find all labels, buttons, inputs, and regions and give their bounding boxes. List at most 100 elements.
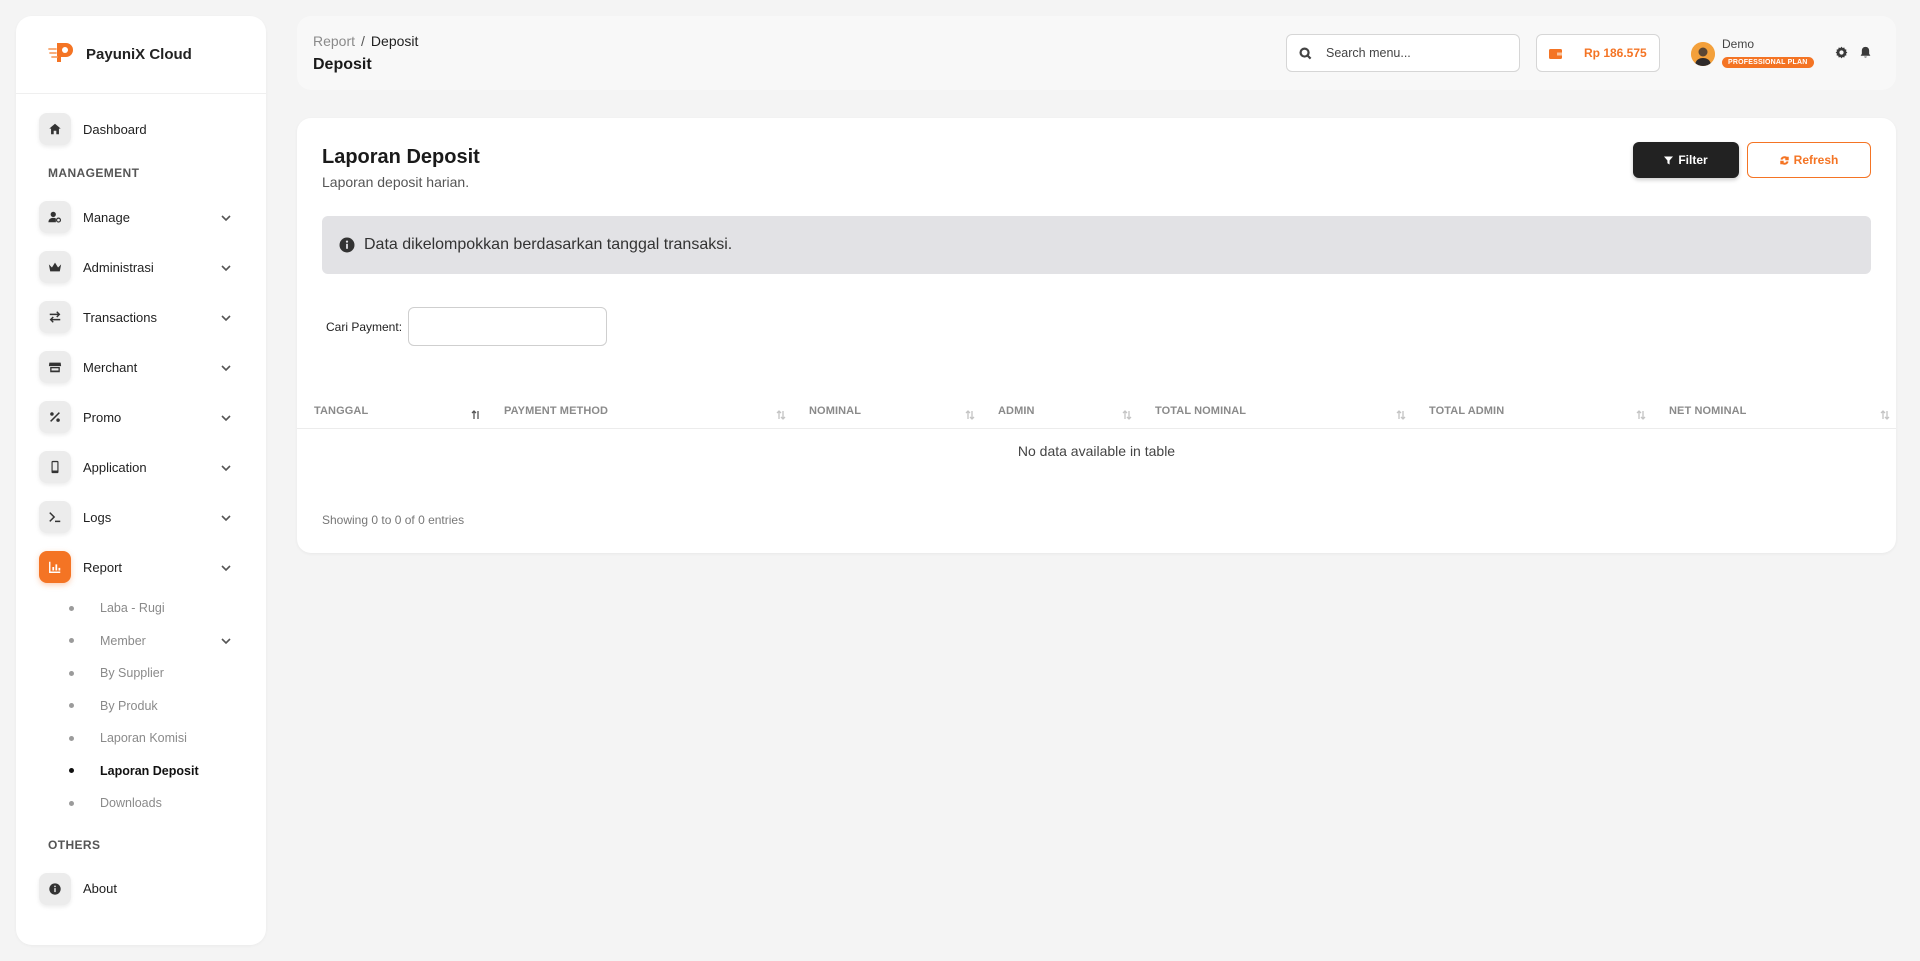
- column-header-total-admin[interactable]: TOTAL ADMIN: [1412, 394, 1652, 429]
- sidebar-item-merchant[interactable]: Merchant: [16, 342, 266, 392]
- submenu-item-label: By Supplier: [100, 666, 164, 681]
- payment-search-input[interactable]: [408, 307, 608, 346]
- submenu-item-downloads[interactable]: Downloads: [62, 787, 266, 820]
- search-input[interactable]: [1326, 46, 1506, 60]
- submenu-item-label: By Produk: [100, 698, 158, 713]
- sidebar-item-label: Dashboard: [83, 121, 147, 137]
- sidebar-item-promo[interactable]: Promo: [16, 392, 266, 442]
- submenu-item-label: Member: [100, 633, 146, 648]
- sort-icon: [776, 410, 786, 420]
- bell-icon[interactable]: [1859, 46, 1872, 59]
- column-header-payment-method[interactable]: PAYMENT METHOD: [487, 394, 792, 429]
- search-box[interactable]: [1286, 34, 1520, 72]
- sidebar-item-manage[interactable]: Manage: [16, 192, 266, 242]
- submenu-item-laporan-komisi[interactable]: Laporan Komisi: [62, 722, 266, 755]
- balance-amount: Rp 186.575: [1584, 46, 1647, 60]
- avatar: [1691, 41, 1715, 66]
- column-header-label: TOTAL ADMIN: [1429, 404, 1505, 417]
- breadcrumb: Report / Deposit: [313, 33, 418, 49]
- report-card: Laporan Deposit Laporan deposit harian. …: [297, 118, 1896, 553]
- refresh-button[interactable]: Refresh: [1747, 142, 1871, 178]
- sidebar-item-label: Administrasi: [83, 259, 154, 275]
- submenu-item-by-supplier[interactable]: By Supplier: [62, 657, 266, 690]
- submenu-item-by-produk[interactable]: By Produk: [62, 690, 266, 723]
- breadcrumb-parent[interactable]: Report: [313, 33, 355, 49]
- table-row: No data available in table: [297, 428, 1896, 473]
- column-header-net-nominal[interactable]: NET NOMINAL: [1652, 394, 1896, 429]
- user-info: Demo PROFESSIONAL PLAN: [1722, 38, 1814, 69]
- sidebar-item-dashboard[interactable]: Dashboard: [16, 104, 266, 154]
- card-subtitle: Laporan deposit harian.: [322, 174, 470, 190]
- sidebar: PayuniX Cloud Dashboard MANAGEMENT Manag…: [16, 16, 266, 945]
- column-header-admin[interactable]: ADMIN: [981, 394, 1138, 429]
- sidebar-item-transactions[interactable]: Transactions: [16, 292, 266, 342]
- sidebar-item-report[interactable]: Report: [16, 542, 266, 592]
- breadcrumb-separator: /: [361, 33, 365, 49]
- search-icon: [1299, 46, 1312, 59]
- chevron-down-icon: [220, 411, 232, 423]
- table-search: Cari Payment:: [326, 307, 608, 346]
- bullet-icon: [69, 800, 74, 806]
- chevron-down-icon: [220, 511, 232, 523]
- chevron-down-icon: [220, 635, 232, 647]
- column-header-total-nominal[interactable]: TOTAL NOMINAL: [1138, 394, 1412, 429]
- terminal-icon: [39, 501, 71, 533]
- info-icon: [339, 237, 355, 253]
- sidebar-item-logs[interactable]: Logs: [16, 492, 266, 542]
- section-title-others: OTHERS: [48, 837, 101, 852]
- percent-icon: [39, 401, 71, 433]
- store-icon: [39, 351, 71, 383]
- submenu-item-laba-rugi[interactable]: Laba - Rugi: [62, 592, 266, 625]
- filter-button[interactable]: Filter: [1633, 142, 1739, 178]
- sidebar-item-label: Logs: [83, 509, 112, 525]
- sidebar-item-about[interactable]: About: [16, 864, 266, 914]
- sidebar-item-administrasi[interactable]: Administrasi: [16, 242, 266, 292]
- bullet-icon: [69, 670, 74, 676]
- column-header-label: TANGGAL: [314, 404, 369, 417]
- table-search-label: Cari Payment:: [326, 319, 403, 334]
- balance-button[interactable]: Rp 186.575: [1536, 34, 1660, 72]
- payunix-logo-icon: [48, 39, 78, 70]
- user-menu[interactable]: Demo PROFESSIONAL PLAN: [1691, 38, 1814, 69]
- wallet-icon: [1549, 48, 1562, 59]
- refresh-button-label: Refresh: [1793, 153, 1839, 167]
- sort-icon: [1122, 410, 1132, 420]
- column-header-nominal[interactable]: NOMINAL: [792, 394, 981, 429]
- sidebar-item-application[interactable]: Application: [16, 442, 266, 492]
- gear-icon[interactable]: [1835, 46, 1848, 59]
- submenu-item-label: Downloads: [100, 796, 162, 811]
- brand[interactable]: PayuniX Cloud: [16, 16, 266, 94]
- sidebar-item-label: About: [83, 881, 117, 896]
- submenu-item-member[interactable]: Member: [62, 625, 266, 658]
- brand-name: PayuniX Cloud: [86, 46, 192, 63]
- home-icon: [39, 113, 71, 145]
- chevron-down-icon: [220, 311, 232, 323]
- column-header-label: PAYMENT METHOD: [504, 404, 609, 417]
- column-header-label: TOTAL NOMINAL: [1155, 404, 1247, 417]
- report-submenu: Laba - Rugi Member By Supplier By Produk…: [16, 592, 266, 820]
- refresh-icon: [1779, 155, 1789, 165]
- bullet-icon: [69, 735, 74, 741]
- user-gear-icon: [39, 201, 71, 233]
- sort-icon: [965, 410, 975, 420]
- sort-ascending-icon: [471, 410, 481, 420]
- chevron-down-icon: [220, 211, 232, 223]
- column-header-tanggal[interactable]: TANGGAL: [297, 394, 487, 429]
- bullet-icon: [69, 638, 74, 644]
- sidebar-nav: Dashboard MANAGEMENT Manage Administrasi…: [16, 94, 266, 914]
- submenu-item-laporan-deposit[interactable]: Laporan Deposit: [62, 755, 266, 788]
- sidebar-item-label: Transactions: [83, 309, 157, 325]
- filter-icon: [1664, 155, 1674, 165]
- top-header: Report / Deposit Deposit Rp 186.575 Demo P…: [297, 16, 1896, 90]
- column-header-label: NOMINAL: [809, 404, 862, 417]
- table-header-row: TANGGAL PAYMENT METHOD NOMINAL ADMIN TOT…: [297, 394, 1896, 429]
- submenu-item-label: Laporan Komisi: [100, 731, 187, 746]
- plan-badge: PROFESSIONAL PLAN: [1722, 57, 1814, 68]
- column-header-label: ADMIN: [998, 404, 1035, 417]
- empty-table-message: No data available in table: [1017, 442, 1176, 459]
- card-title: Laporan Deposit: [322, 146, 480, 168]
- table-info: Showing 0 to 0 of 0 entries: [322, 513, 465, 527]
- mobile-icon: [39, 451, 71, 483]
- sort-icon: [1880, 410, 1890, 420]
- submenu-item-label: Laporan Deposit: [100, 763, 199, 778]
